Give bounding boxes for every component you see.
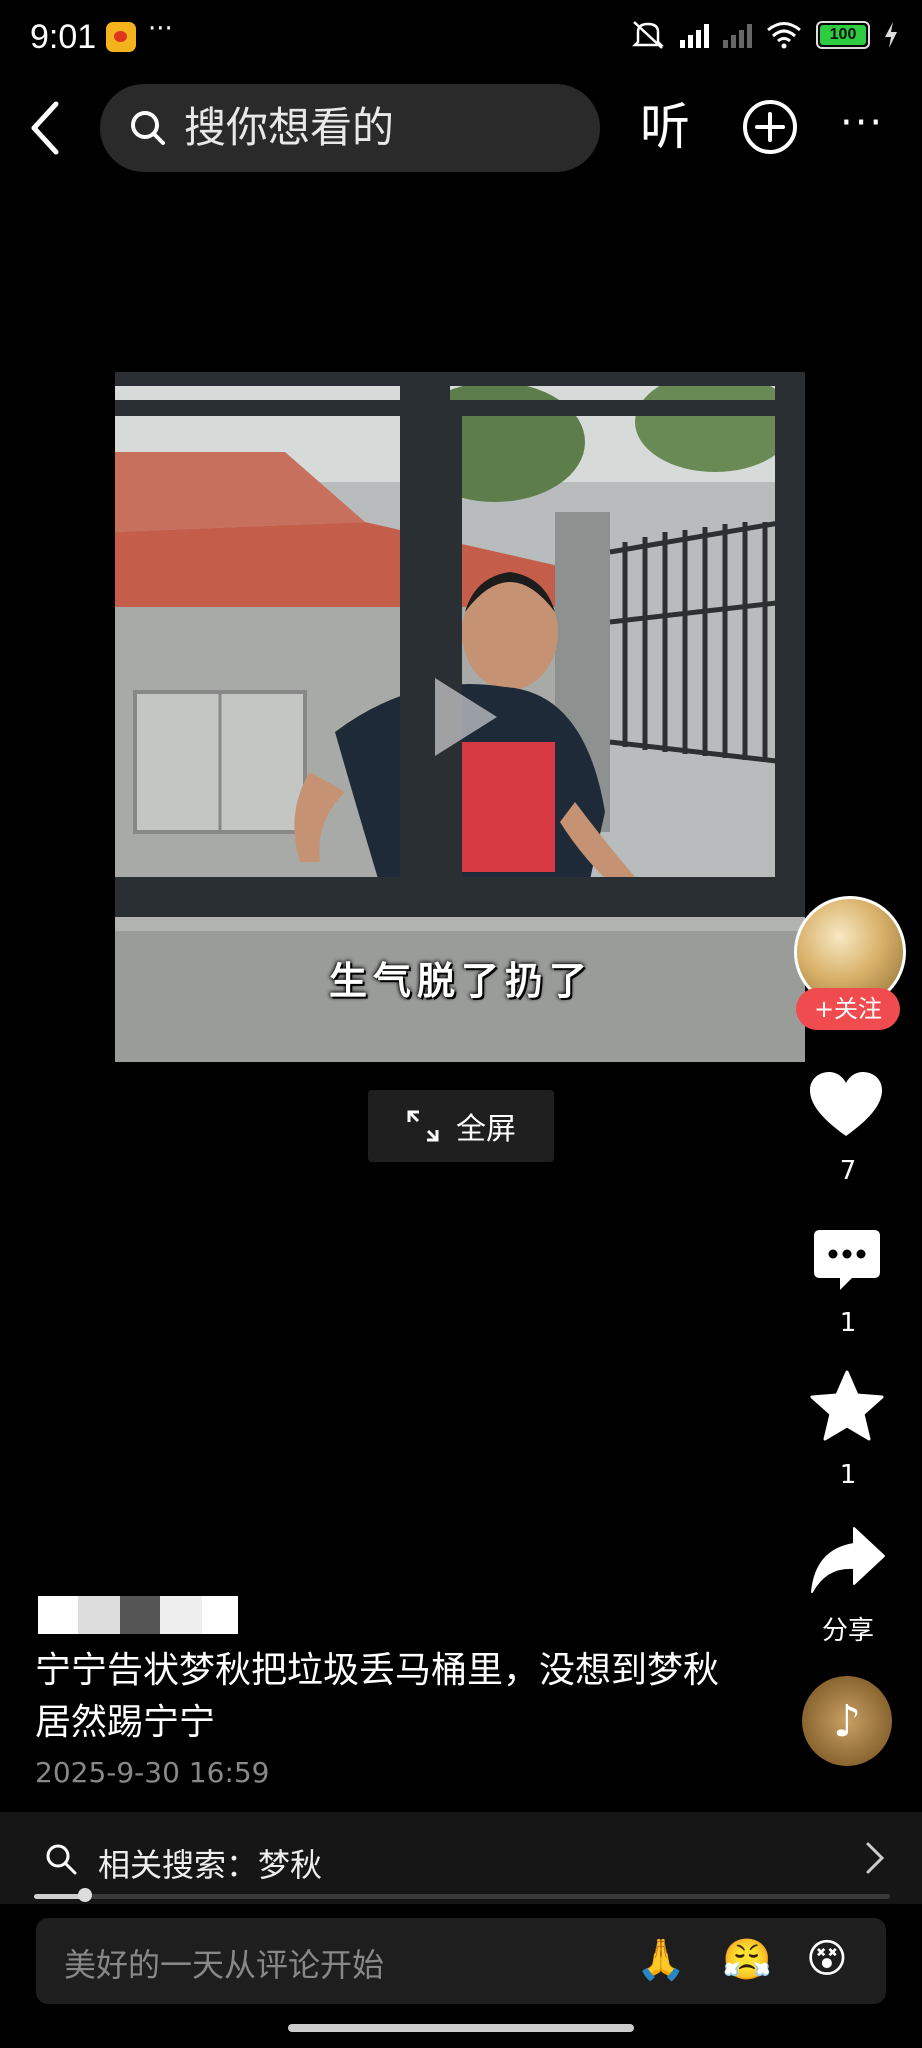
status-icons: 100 — [630, 20, 898, 50]
emoji-pray-button[interactable]: 🙏 — [636, 1936, 686, 1983]
more-icon[interactable]: ··· — [840, 103, 884, 143]
signal-icon — [680, 22, 709, 48]
status-bar: 9:01 ··· 100 — [0, 0, 922, 80]
battery-icon: 100 — [816, 21, 870, 49]
add-circle-icon[interactable] — [740, 97, 800, 157]
search-bar[interactable]: 搜你想看的 — [100, 84, 600, 172]
clock: 9:01 — [30, 18, 97, 56]
search-icon — [131, 111, 165, 145]
post-date: 2025-9-30 16:59 — [35, 1756, 270, 1789]
share-icon[interactable] — [810, 1524, 886, 1596]
chevron-right-icon — [866, 1842, 885, 1874]
author-name-redacted[interactable] — [38, 1596, 238, 1634]
back-arrow-icon[interactable] — [22, 98, 72, 158]
search-placeholder: 搜你想看的 — [184, 103, 395, 152]
play-icon[interactable] — [425, 672, 505, 762]
comment-count: 1 — [839, 1308, 857, 1338]
post-caption: 宁宁告状梦秋把垃圾丢马桶里，没想到梦秋居然踢宁宁 — [35, 1650, 720, 1743]
expand-icon — [407, 1110, 439, 1142]
comment-placeholder: 美好的一天从评论开始 — [64, 1946, 385, 1984]
share-label: 分享 — [821, 1616, 874, 1646]
music-disc-icon[interactable]: ♪ — [802, 1676, 892, 1766]
emoji-dizzy-button[interactable]: 😵 — [806, 1936, 848, 1982]
progress-handle[interactable] — [78, 1888, 92, 1902]
comment-input[interactable]: 美好的一天从评论开始 🙏 😤 😵 — [36, 1918, 886, 2004]
favorite-count: 1 — [839, 1460, 857, 1490]
like-count: 7 — [839, 1156, 857, 1186]
follow-button[interactable]: +关注 — [796, 988, 900, 1030]
signal-2-icon — [723, 22, 752, 48]
emoji-crying-button[interactable]: 😤 — [722, 1936, 772, 1983]
related-search-bar[interactable]: 相关搜索：梦秋 — [0, 1812, 922, 1904]
progress-track[interactable] — [34, 1894, 890, 1899]
heart-icon[interactable] — [808, 1070, 884, 1140]
fullscreen-button[interactable]: 全屏 — [368, 1090, 554, 1162]
comment-icon[interactable] — [812, 1228, 882, 1294]
mute-icon — [631, 21, 665, 49]
weibo-notification-icon — [106, 22, 136, 52]
wifi-icon — [767, 22, 801, 49]
charging-icon — [885, 22, 897, 48]
fullscreen-label: 全屏 — [456, 1112, 516, 1147]
star-icon[interactable] — [810, 1370, 884, 1442]
home-indicator[interactable] — [288, 2024, 634, 2032]
video-subtitle: 生气脱了扔了 — [328, 959, 593, 1003]
related-search-label: 相关搜索：梦秋 — [98, 1846, 323, 1884]
more-notifications-icon: ··· — [148, 14, 173, 44]
search-icon — [46, 1844, 77, 1875]
listen-button[interactable]: 听 — [640, 92, 690, 162]
